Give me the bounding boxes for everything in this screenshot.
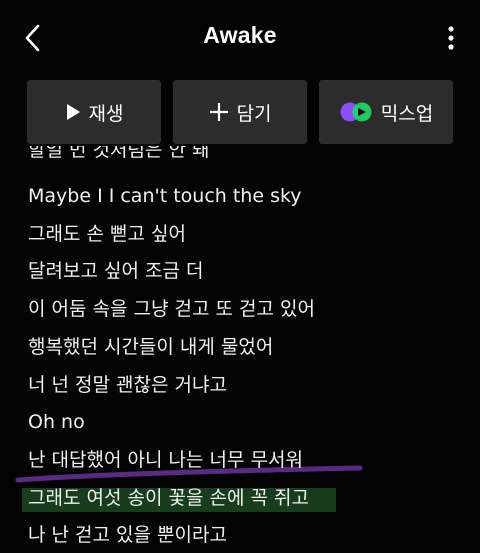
lyric-line: 이 어둠 속을 그냥 걷고 또 걷고 있어 [28,298,315,320]
add-label: 담기 [236,102,272,125]
lyric-line-partial: 할일 번 것처럼은 안 돼 [28,146,210,161]
play-button[interactable]: 재생 [27,80,161,144]
add-button[interactable]: 담기 [173,80,307,144]
action-bar: 재생 담기 믹스업 [27,80,453,144]
lyric-line: 행복했던 시간들이 내게 물었어 [28,336,274,358]
lyric-line: 그래도 손 뻗고 싶어 [28,223,186,245]
lyric-line: 달려보고 싶어 조금 더 [28,260,204,282]
lyric-line: 나 난 걷고 있을 뿐이라고 [28,524,227,546]
lyric-line: Oh no [28,411,85,433]
lyric-line: 난 대답했어 아니 나는 너무 무서워 [28,449,303,471]
mixup-icon [339,101,373,123]
mixup-button[interactable]: 믹스업 [319,80,453,144]
lyric-line-highlighted: 그래도 여섯 송이 꽃을 손에 꼭 쥐고 [28,487,309,509]
plus-icon [209,102,229,122]
top-bar: Awake [0,0,480,76]
page-title: Awake [203,22,277,48]
lyric-line: Maybe I I can't touch the sky [28,185,302,207]
more-options-button[interactable] [444,20,458,56]
lyric-line: 너 넌 정말 괜찮은 거냐고 [28,374,227,396]
mixup-label: 믹스업 [380,102,434,125]
play-icon [65,103,81,121]
lyrics-panel[interactable]: 할일 번 것처럼은 안 돼 Maybe I I can't touch the … [0,146,480,553]
play-label: 재생 [88,102,124,125]
more-vertical-icon [448,26,454,50]
